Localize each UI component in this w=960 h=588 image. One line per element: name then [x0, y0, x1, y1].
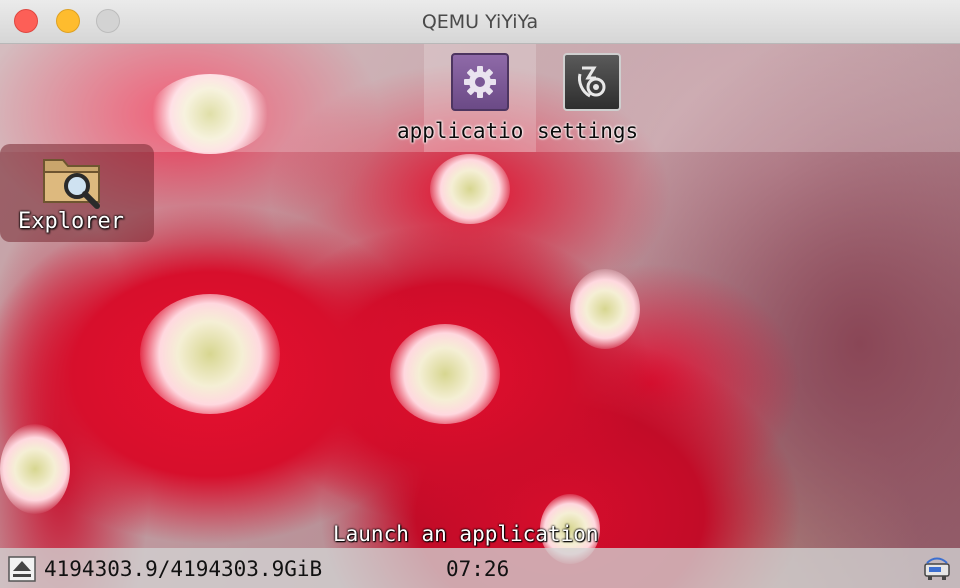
applications-button[interactable] [451, 53, 509, 111]
gear-icon [464, 66, 496, 98]
folder-search-icon [43, 159, 100, 209]
wallpaper-flower-center [390, 324, 500, 424]
network-icon[interactable] [921, 556, 953, 582]
title-bar: QEMU YiYiYa [0, 0, 960, 44]
settings-button[interactable] [563, 53, 621, 111]
status-bar: 4194303.9/4194303.9GiB 07:26 [0, 548, 960, 588]
applications-label: applicatio [397, 119, 524, 143]
clock: 07:26 [446, 557, 510, 581]
launch-hint: Launch an application [333, 522, 599, 546]
settings-icon [578, 66, 606, 98]
wallpaper-flower-center [430, 154, 510, 224]
storage-usage: 4194303.9/4194303.9GiB [44, 557, 323, 581]
window-title: QEMU YiYiYa [421, 11, 539, 33]
wallpaper-flower-center [570, 269, 640, 349]
eject-icon[interactable] [8, 556, 36, 582]
wallpaper-flower-center [140, 294, 280, 414]
wallpaper-flower-center [0, 424, 70, 514]
settings-label: settings [537, 119, 639, 143]
explorer-label: Explorer [18, 209, 124, 234]
guest-screen[interactable]: applicatio settings Explorer Launch an a… [0, 44, 960, 588]
